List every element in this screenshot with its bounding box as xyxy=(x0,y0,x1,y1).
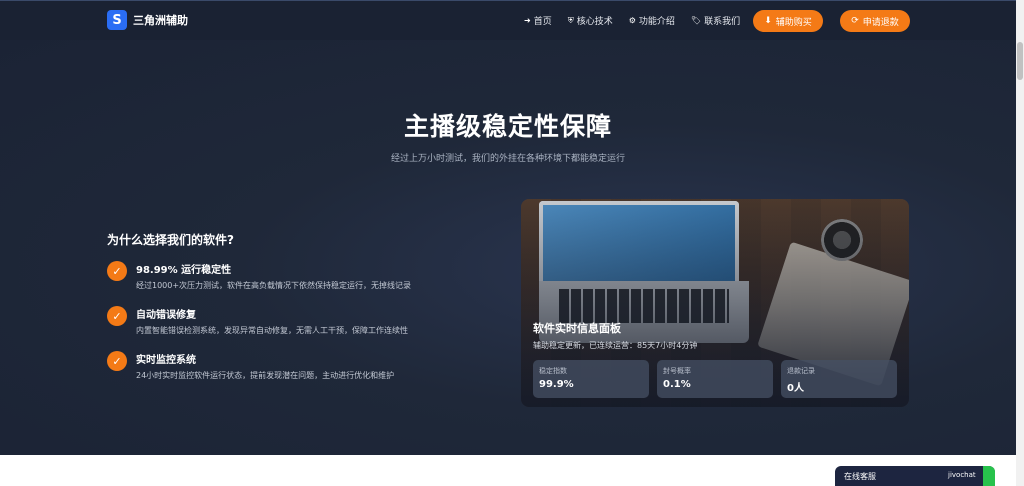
download-icon: ⬇ xyxy=(764,16,772,26)
chat-label: 在线客服 xyxy=(844,472,876,481)
refund-button-label: 申请退款 xyxy=(862,17,899,28)
stat-label: 稳定指数 xyxy=(539,367,567,375)
nav-link-features[interactable]: ⚙ 功能介绍 xyxy=(629,14,675,27)
hero-section: 主播级稳定性保障 经过上万小时测试，我们的外挂在各种环境下都能稳定运行 为什么选… xyxy=(0,40,1016,455)
stat-label: 封号概率 xyxy=(663,367,691,375)
check-icon: ✓ xyxy=(107,306,127,326)
nav-link-core-tech[interactable]: ⛨ 核心技术 xyxy=(567,14,613,28)
nav-link-home[interactable]: ➜ 首页 xyxy=(524,14,552,27)
feature-desc: 经过1000+次压力测试，软件在高负载情况下依然保持稳定运行，无掉线记录 xyxy=(136,281,412,290)
nav-link-label: 功能介绍 xyxy=(638,17,675,27)
nav-link-label: 核心技术 xyxy=(576,17,613,27)
feature-desc: 内置智能错误检测系统，发现异常自动修复，无需人工干预，保障工作连续性 xyxy=(136,326,408,335)
stat-value: 99.9% xyxy=(539,379,574,390)
brand[interactable]: S 三角洲辅助 xyxy=(107,10,188,30)
page-scrollbar[interactable] xyxy=(1016,0,1024,486)
check-icon: ✓ xyxy=(107,261,127,281)
hero-title: 主播级稳定性保障 xyxy=(403,112,612,141)
stat-card: 稳定指数 99.9% xyxy=(533,360,649,398)
cogs-icon: ⚙ xyxy=(628,16,636,25)
arrow-right-icon: ➜ xyxy=(524,16,531,25)
panel-title: 软件实时信息面板 xyxy=(533,322,621,335)
check-icon: ✓ xyxy=(107,351,127,371)
why-title: 为什么选择我们的软件? xyxy=(107,233,234,247)
feature-title: 自动错误修复 xyxy=(136,310,196,321)
stat-card: 退款记录 0人 xyxy=(781,360,897,398)
feature-title: 98.99% 运行稳定性 xyxy=(136,265,232,276)
online-status-icon xyxy=(983,466,995,486)
brand-name: 三角洲辅助 xyxy=(133,14,188,27)
nav-links: ➜ 首页 ⛨ 核心技术 ⚙ 功能介绍 🏷 联系我们 xyxy=(524,14,740,28)
buy-button-label: 辅助购买 xyxy=(775,17,812,28)
refresh-icon: ⟳ xyxy=(851,16,859,26)
brand-logo: S xyxy=(107,10,127,30)
refund-button[interactable]: ⟳ 申请退款 xyxy=(840,10,910,32)
feature-title: 实时监控系统 xyxy=(136,355,196,366)
hero-subtitle: 经过上万小时测试，我们的外挂在各种环境下都能稳定运行 xyxy=(390,154,625,164)
nav-link-contact[interactable]: 🏷 联系我们 xyxy=(691,14,740,27)
stat-label: 退款记录 xyxy=(787,367,815,375)
nav-link-label: 首页 xyxy=(533,17,552,27)
nav-link-label: 联系我们 xyxy=(704,17,741,27)
navbar: S 三角洲辅助 ➜ 首页 ⛨ 核心技术 ⚙ 功能介绍 🏷 联系我们 ⬇ 辅助购买… xyxy=(0,0,1016,40)
stat-value: 0人 xyxy=(787,383,804,394)
chat-brand: jivochat xyxy=(948,471,976,479)
panel-subtitle: 辅助稳定更新，已连续运营：85天7小时4分钟 xyxy=(533,341,698,350)
chat-widget[interactable]: 在线客服 jivochat xyxy=(835,466,995,486)
shield-icon: ⛨ xyxy=(567,15,574,25)
stat-card: 封号概率 0.1% xyxy=(657,360,773,398)
feature-desc: 24小时实时监控软件运行状态，提前发现潜在问题，主动进行优化和维护 xyxy=(136,371,395,380)
scrollbar-thumb[interactable] xyxy=(1017,42,1023,80)
tags-icon: 🏷 xyxy=(690,16,702,25)
stat-value: 0.1% xyxy=(663,379,691,390)
info-panel: 软件实时信息面板 辅助稳定更新，已连续运营：85天7小时4分钟 稳定指数 99.… xyxy=(521,199,909,407)
buy-button[interactable]: ⬇ 辅助购买 xyxy=(753,10,823,32)
